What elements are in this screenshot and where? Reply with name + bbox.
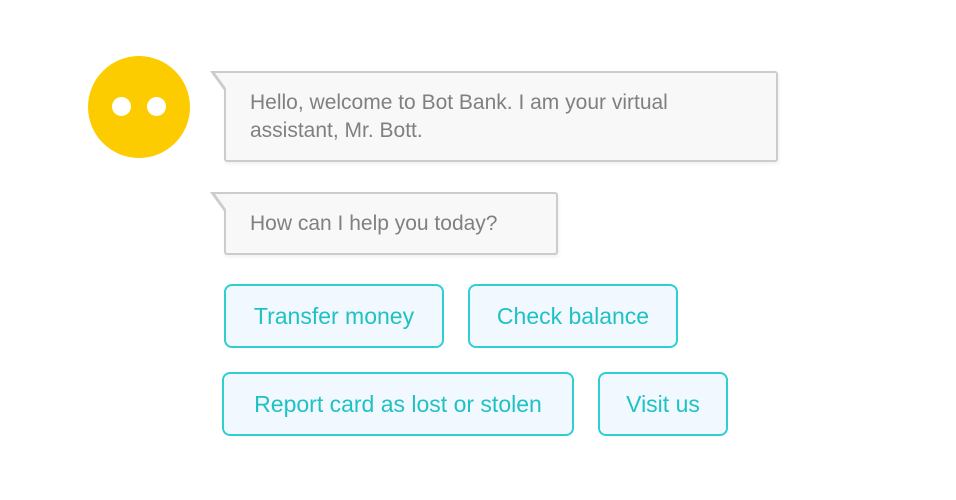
avatar-right-eye (147, 97, 166, 116)
chat-window: Hello, welcome to Bot Bank. I am your vi… (0, 0, 956, 500)
bubble-tail-fill (215, 73, 228, 91)
visit-us-button[interactable]: Visit us (598, 372, 728, 436)
bot-message-bubble: Hello, welcome to Bot Bank. I am your vi… (210, 71, 778, 162)
bot-message-text: How can I help you today? (250, 212, 498, 235)
bubble-tail-fill (215, 194, 228, 212)
report-card-lost-button[interactable]: Report card as lost or stolen (222, 372, 574, 436)
bot-message-text: Hello, welcome to Bot Bank. I am your vi… (250, 91, 668, 142)
bot-message-bubble: How can I help you today? (210, 192, 558, 255)
transfer-money-button[interactable]: Transfer money (224, 284, 444, 348)
avatar-left-eye (112, 97, 131, 116)
bot-avatar-icon (88, 56, 190, 158)
check-balance-button[interactable]: Check balance (468, 284, 678, 348)
